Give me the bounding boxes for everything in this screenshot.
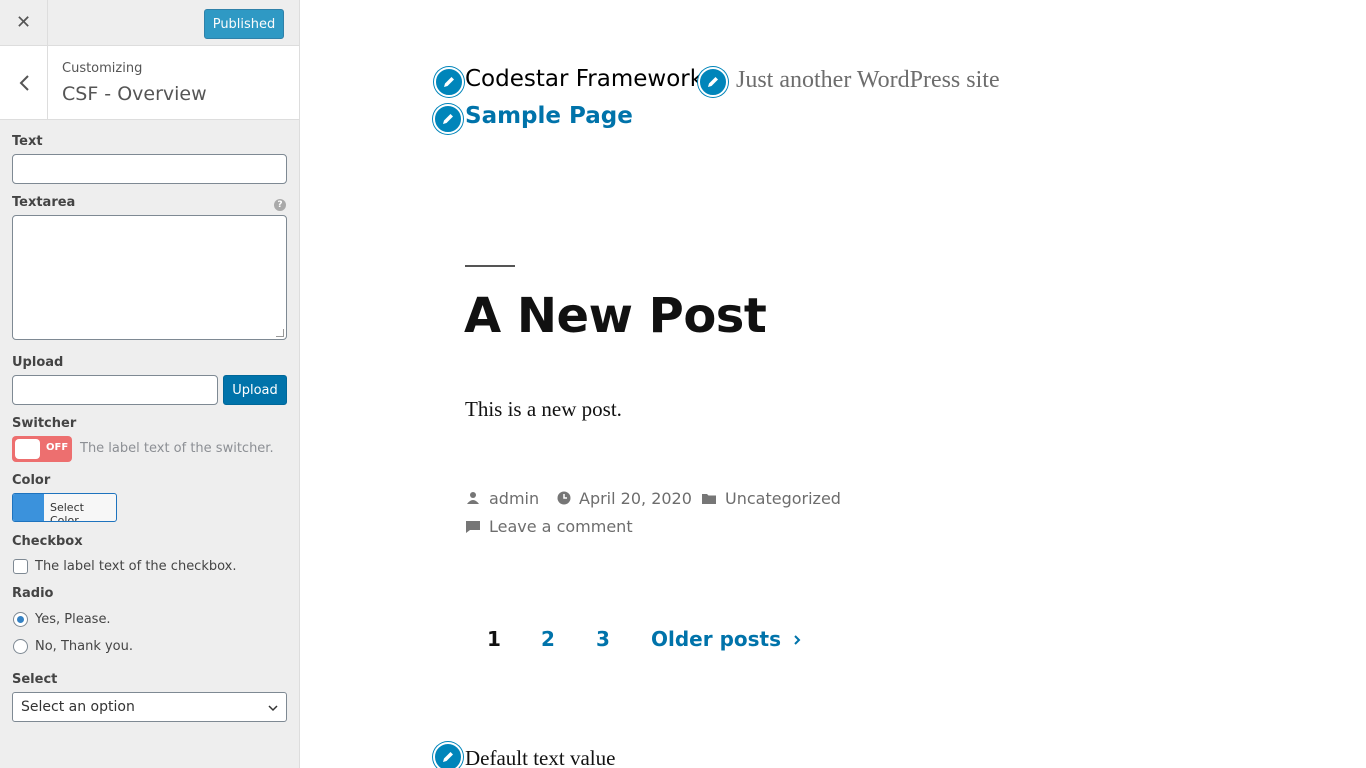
switcher-label: Switcher [12,416,77,431]
switcher-toggle[interactable]: OFF [12,436,72,462]
page-number-link[interactable]: 2 [541,627,555,651]
default-text-value: Default text value [465,746,616,768]
select-label: Select [12,672,58,687]
textarea-label: Textarea [12,195,76,210]
site-title[interactable]: Codestar Framework [465,66,703,92]
textarea-field[interactable] [12,215,287,340]
customizing-label: Customizing [62,61,143,76]
site-preview: Codestar Framework Just another WordPres… [300,0,1366,768]
text-input[interactable] [12,154,287,184]
chevron-right-icon [794,635,801,645]
select-color-label: Select Color [50,501,84,522]
site-tagline: Just another WordPress site [736,67,1000,93]
section-title: CSF - Overview [62,83,207,105]
color-label: Color [12,473,51,488]
clock-icon [557,491,571,505]
section-header: Customizing CSF - Overview [0,46,299,120]
page-number-current: 1 [487,627,501,651]
upload-label: Upload [12,355,64,370]
text-label: Text [12,134,43,149]
menu-item-sample-page[interactable]: Sample Page [465,103,633,129]
select-value: Select an option [21,699,135,715]
older-posts-link[interactable]: Older posts [651,627,802,651]
upload-button[interactable]: Upload [223,375,287,405]
pencil-icon [708,77,718,87]
post-date-link[interactable]: April 20, 2020 [579,489,692,508]
edit-tagline-shortcut[interactable] [698,67,728,97]
switcher-state: OFF [46,442,69,453]
pencil-icon [443,114,453,124]
back-button[interactable] [0,46,48,119]
comment-icon [466,521,480,533]
radio-label: Radio [12,586,54,601]
post-body: This is a new post. [465,397,622,421]
customizer-sidebar: ✕ Published Customizing CSF - Overview T… [0,0,300,768]
edit-default-text-shortcut[interactable] [433,742,463,768]
close-icon[interactable]: ✕ [0,0,48,45]
upload-url-input[interactable] [12,375,218,405]
switcher-knob [15,439,40,459]
publish-button[interactable]: Published [204,9,284,39]
checkbox-input[interactable] [13,559,28,574]
switcher-description: The label text of the switcher. [80,441,274,456]
older-posts-label: Older posts [651,627,781,651]
post-category-link[interactable]: Uncategorized [725,489,841,508]
help-icon[interactable]: ? [274,199,286,211]
pencil-icon [444,77,454,87]
post-title[interactable]: A New Post [464,288,767,344]
person-icon [467,492,479,504]
color-swatch [13,494,44,521]
post-author-link[interactable]: admin [489,489,539,508]
radio-yes-label[interactable]: Yes, Please. [35,612,111,627]
chevron-down-icon [268,705,278,712]
edit-menu-shortcut[interactable] [433,104,463,134]
resize-handle-icon[interactable] [276,329,284,337]
customizer-header: ✕ Published [0,0,299,46]
radio-yes[interactable] [13,612,28,627]
pencil-icon [443,752,453,762]
checkbox-label: Checkbox [12,534,83,549]
color-picker-button[interactable]: Select Color [12,493,117,522]
page-number-link[interactable]: 3 [596,627,610,651]
edit-site-title-shortcut[interactable] [434,67,464,97]
post-divider [465,265,515,267]
radio-no[interactable] [13,639,28,654]
leave-comment-link[interactable]: Leave a comment [489,517,633,536]
chevron-left-icon [19,74,29,91]
radio-no-label[interactable]: No, Thank you. [35,639,133,654]
checkbox-option-label[interactable]: The label text of the checkbox. [35,559,237,574]
select-dropdown[interactable]: Select an option [12,692,287,722]
folder-icon [702,494,716,504]
